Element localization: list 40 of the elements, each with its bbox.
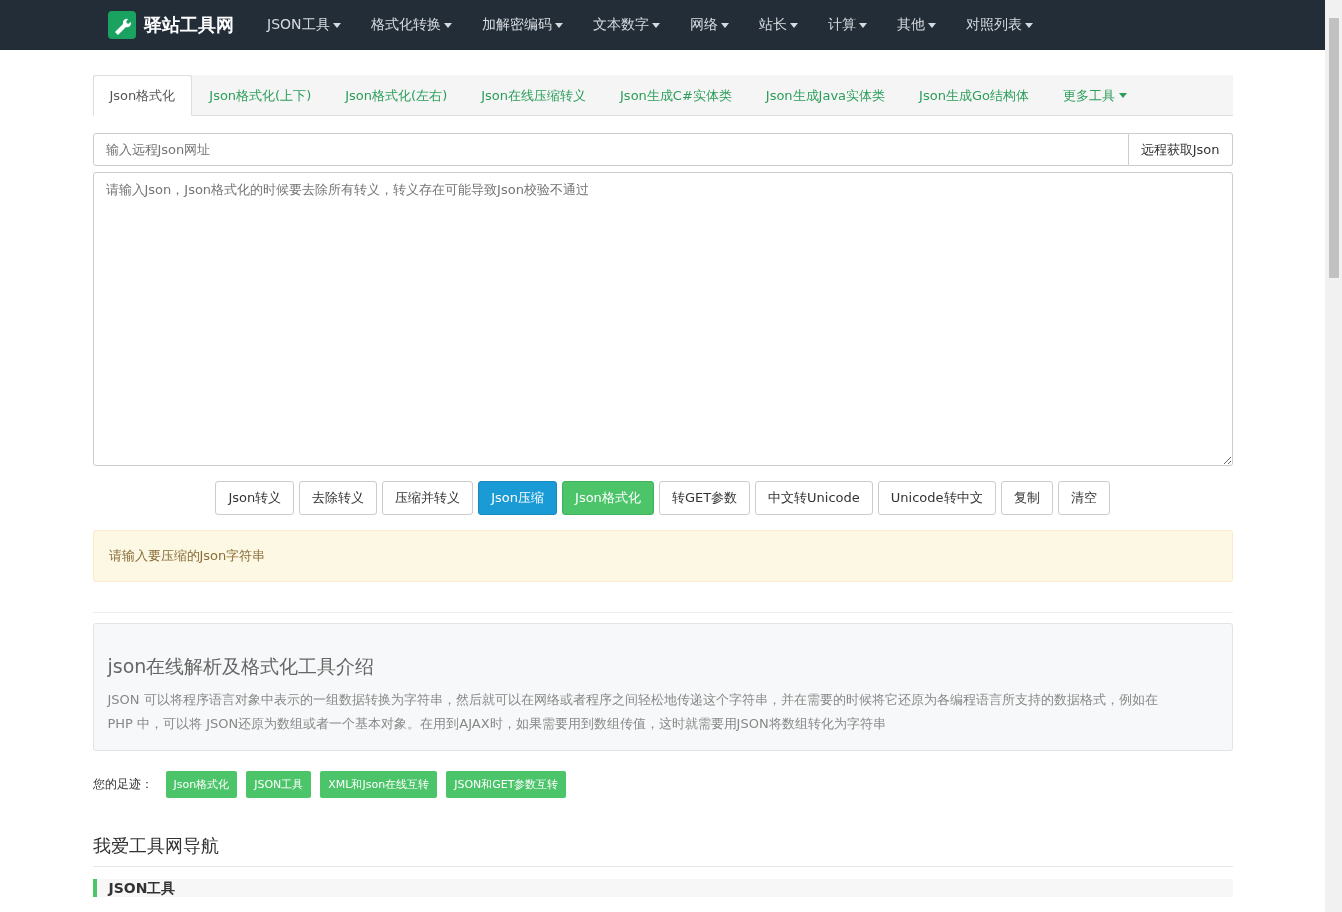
nav-menu-item[interactable]: 站长 — [743, 16, 813, 34]
wrench-logo-icon — [108, 11, 136, 39]
group-heading: JSON工具 — [92, 879, 1233, 897]
site-title[interactable]: 驿站工具网 — [144, 13, 234, 37]
action-button[interactable]: 中文转Unicode — [755, 481, 873, 515]
caret-icon — [858, 22, 867, 28]
caret-icon — [789, 22, 798, 28]
action-button[interactable]: 转GET参数 — [658, 481, 751, 515]
json-input-field[interactable]: 请输入Json，Json格式化的时候要去除所有转义，转义存在可能导致Json校验不通过 — [92, 172, 1233, 466]
warning-alert: 请输入要压缩的Json字符串 — [92, 530, 1233, 582]
caret-icon — [554, 22, 563, 28]
fetch-json-button[interactable]: 远程获取Json — [1128, 133, 1233, 166]
nav-menu-item[interactable]: 加解密编码 — [466, 16, 578, 34]
caret-icon — [443, 22, 452, 28]
caret-icon — [927, 22, 936, 28]
action-button[interactable]: 清空 — [1057, 481, 1110, 515]
scrollbar[interactable] — [1325, 0, 1342, 912]
nav-menu-item[interactable]: JSON工具 — [252, 16, 356, 34]
nav-menu-item[interactable]: 计算 — [812, 16, 882, 34]
caret-icon — [720, 22, 729, 28]
action-button[interactable]: Json转义 — [215, 481, 295, 515]
footprint-label: 您的足迹： — [92, 776, 153, 793]
url-input-field[interactable]: 输入远程Json网址 — [92, 133, 1129, 166]
nav-menu-item[interactable]: 文本数字 — [577, 16, 675, 34]
nav-menu-item[interactable]: 格式化转换 — [355, 16, 467, 34]
caret-icon — [332, 22, 341, 28]
action-button[interactable]: 复制 — [1000, 481, 1053, 515]
action-button[interactable]: 压缩并转义 — [382, 481, 474, 515]
nav-menu-item[interactable]: 其他 — [881, 16, 951, 34]
caret-icon — [1118, 93, 1127, 98]
action-button[interactable]: 去除转义 — [299, 481, 378, 515]
intro-text: JSON 可以将程序语言对象中表示的一组数据转换为字符串，然后就可以在网络或者程序之间轻松地传递这个字符串，并在需要的时候将它还原为各编程语言所支持的数据格式，例如在 PHP 中，可以将 JSON还原为数组或者一个基本对象。在用到AJAX时，如果需要用到数组传值，这时就需要用JSON将数组转化为字符串 — [107, 691, 1159, 733]
tab[interactable]: Json格式化 — [92, 75, 193, 116]
action-button[interactable]: Unicode转中文 — [877, 481, 996, 515]
nav-menu-item[interactable]: 对照列表 — [950, 16, 1048, 34]
section-title: 我爱工具网导航 — [92, 834, 1233, 867]
nav-menu-item[interactable]: 网络 — [674, 16, 744, 34]
caret-icon — [1024, 22, 1033, 28]
caret-icon — [651, 22, 660, 28]
intro-title: json在线解析及格式化工具介绍 — [107, 654, 376, 679]
